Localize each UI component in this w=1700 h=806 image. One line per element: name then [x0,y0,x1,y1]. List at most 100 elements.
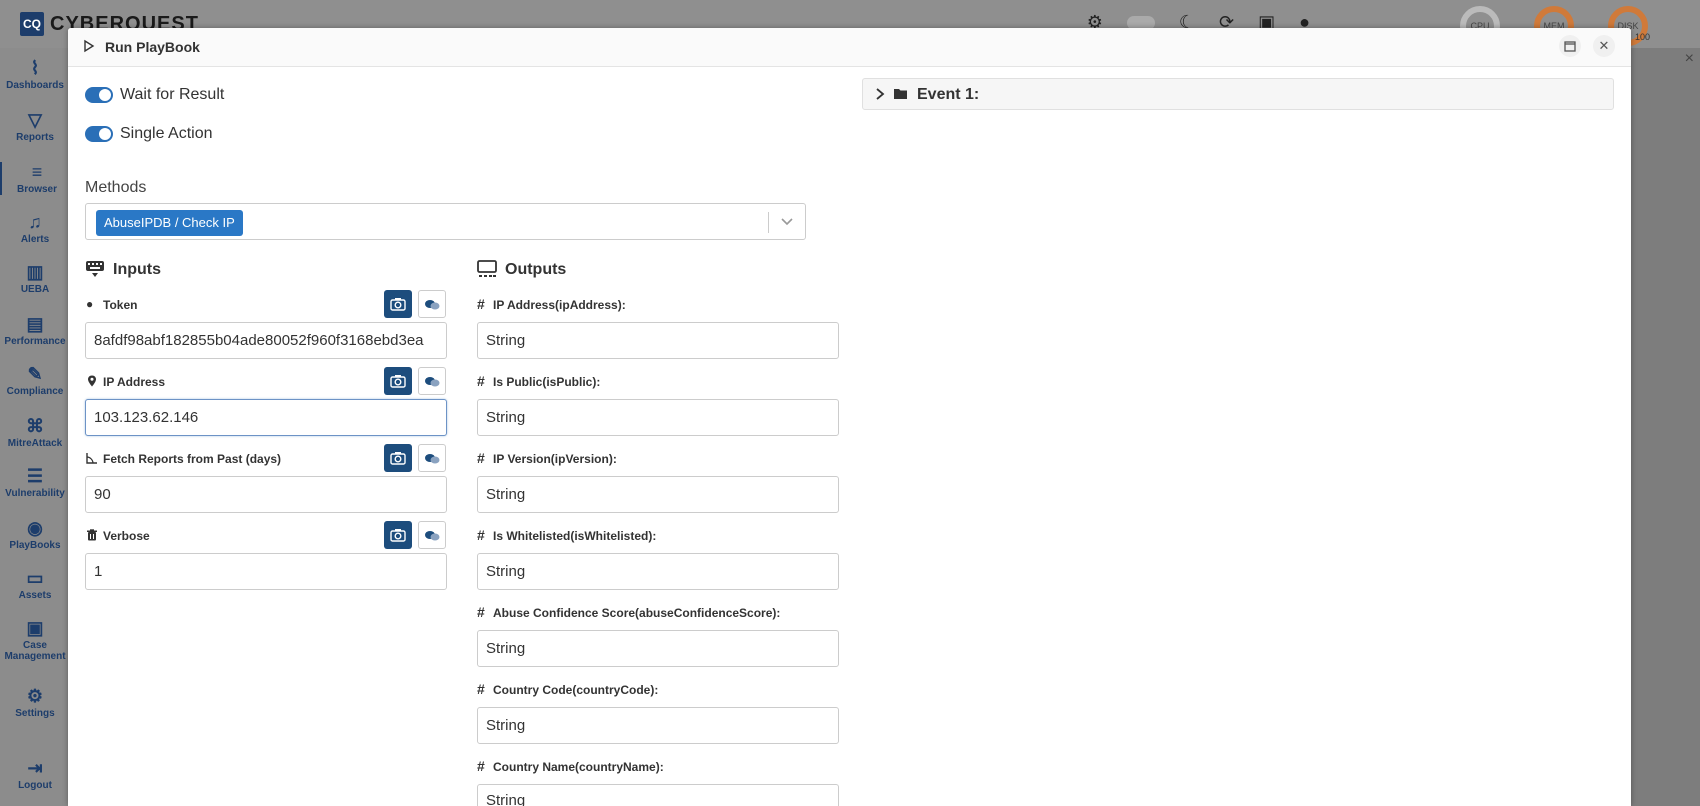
verbose-snapshot-button[interactable] [384,521,412,549]
token-snapshot-button[interactable] [384,290,412,318]
list-icon: ≡ [31,162,43,182]
camera-icon [390,529,406,542]
output-country-code[interactable]: String [477,707,839,744]
angle-icon [86,453,97,464]
single-action-label: Single Action [120,125,213,142]
bar-chart-icon: ▥ [26,262,44,282]
sidebar-item-compliance[interactable]: ✎ Compliance [0,364,70,397]
methods-label: Methods [85,179,147,196]
output-ip-address[interactable]: String [477,322,839,359]
close-icon: ✕ [1598,38,1610,53]
chevron-down-icon[interactable] [779,213,795,229]
sidebar-item-ueba[interactable]: ▥ UEBA [0,262,70,295]
sidebar-item-label: Compliance [6,386,64,397]
close-icon[interactable]: × [1685,50,1694,68]
fetch-reports-label: Fetch Reports from Past (days) [103,452,282,466]
camera-icon [390,375,406,388]
token-input[interactable]: 8afdf98abf182855b04ade80052f960f3168ebd3… [85,322,447,359]
map-marker-icon [88,375,96,387]
output-label: Is Public(isPublic): [493,375,601,389]
pause-circle-icon: ◉ [27,518,43,538]
sidebar-item-dashboards[interactable]: ⌇ Dashboards [0,58,70,91]
filter-icon: ▽ [28,110,42,130]
sidebar-item-label: Assets [18,590,52,601]
output-label: Abuse Confidence Score(abuseConfidenceSc… [493,606,781,620]
sidebar-item-alerts[interactable]: ♫ Alerts [0,212,70,245]
maximize-button[interactable] [1559,35,1581,57]
briefcase-icon: ▣ [26,618,44,638]
sidebar: ⌇ Dashboards ▽ Reports ≡ Browser ♫ Alerts ▥ U… [0,48,70,806]
disk-value: 100 [1634,32,1650,42]
fetch-reports-variable-button[interactable] [418,444,446,472]
sidebar-item-label: MitreAttack [7,438,63,449]
event-label: Event 1: [917,86,980,103]
chevron-right-icon [876,88,885,100]
cloud-icon [425,454,440,464]
output-is-public[interactable]: String [477,399,839,436]
folder-icon [894,89,907,99]
sidebar-item-label: Alerts [20,234,50,245]
sidebar-item-reports[interactable]: ▽ Reports [0,110,70,143]
outputs-title: Outputs [505,261,567,278]
sidebar-item-browser[interactable]: ≡ Browser [0,162,72,195]
wait-for-result-toggle[interactable] [85,87,113,103]
cloud-icon [425,300,440,310]
output-label: IP Address(ipAddress): [493,298,626,312]
sidebar-item-playbooks[interactable]: ◉ PlayBooks [0,518,70,551]
user-secret-icon: ● [86,297,94,311]
sidebar-item-label: Reports [16,132,54,143]
maximize-icon [1564,40,1576,52]
sidebar-item-label: Dashboards [6,80,64,91]
sidebar-item-label: Vulnerability [5,488,65,499]
modal-header: Run PlayBook ✕ [68,28,1631,67]
token-label: Token [103,298,138,312]
memory-icon: ▤ [26,314,44,334]
output-is-whitelisted[interactable]: String [477,553,839,590]
sidebar-item-mitreattack[interactable]: ⌘ MitreAttack [0,416,70,449]
monitor-icon [477,260,497,277]
run-playbook-modal: Run PlayBook ✕ Wait for Result Single Ac… [68,28,1631,806]
event-panel[interactable]: Event 1: [862,78,1614,110]
ip-address-variable-button[interactable] [418,367,446,395]
hash-icon: # [477,373,485,389]
output-ip-version[interactable]: String [477,476,839,513]
ip-address-snapshot-button[interactable] [384,367,412,395]
sidebar-item-logout[interactable]: ⇥ Logout [0,758,70,791]
cloud-icon [425,531,440,541]
sidebar-item-label: Performance [4,336,66,347]
gear-icon: ⚙ [26,686,44,706]
hash-icon: # [477,527,485,543]
token-variable-button[interactable] [418,290,446,318]
method-tag[interactable]: AbuseIPDB / Check IP [96,210,243,236]
brand-logo: CQ [20,12,44,36]
keyboard-icon [86,261,104,277]
hash-icon: # [477,296,485,312]
wait-for-result-label: Wait for Result [120,86,225,103]
inputs-title: Inputs [113,261,161,278]
sidebar-item-vulnerability[interactable]: ☰ Vulnerability [0,466,70,499]
fetch-reports-input[interactable]: 90 [85,476,447,513]
command-icon: ⌘ [26,416,44,436]
sidebar-item-label: Browser [16,184,57,195]
ip-address-input[interactable]: 103.123.62.146 [85,399,447,436]
sidebar-item-settings[interactable]: ⚙ Settings [0,686,70,719]
single-action-toggle[interactable] [85,126,113,142]
camera-icon [390,298,406,311]
verbose-variable-button[interactable] [418,521,446,549]
sidebar-item-assets[interactable]: ▭ Assets [0,568,70,601]
methods-select[interactable]: AbuseIPDB / Check IP [85,203,806,240]
output-label: Is Whitelisted(isWhitelisted): [493,529,657,543]
sidebar-item-label: PlayBooks [9,540,61,551]
hash-icon: # [477,681,485,697]
close-button[interactable]: ✕ [1593,35,1615,57]
sidebar-item-performance[interactable]: ▤ Performance [0,314,70,347]
fetch-reports-snapshot-button[interactable] [384,444,412,472]
output-country-name[interactable]: String [477,784,839,806]
logout-icon: ⇥ [27,758,43,778]
sidebar-item-case-management[interactable]: ▣ Case Management [0,618,70,662]
output-abuse-confidence-score[interactable]: String [477,630,839,667]
sidebar-item-label: UEBA [20,284,50,295]
chart-area-icon: ⌇ [30,58,40,78]
verbose-input[interactable]: 1 [85,553,447,590]
ip-address-label: IP Address [103,375,166,389]
